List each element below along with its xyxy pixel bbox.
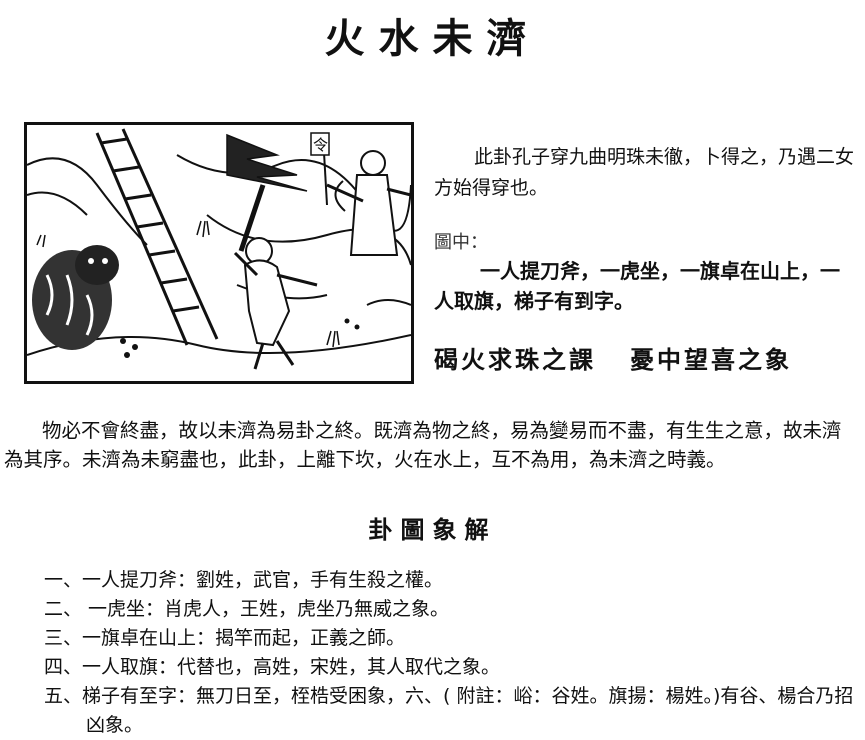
figure-description: 一人提刀斧，一虎坐，一旗卓在山上，一人取旗，梯子有到字。 (434, 259, 840, 313)
interpretation-list: 一、一人提刀斧：劉姓，武官，手有生殺之權。 二、 一虎坐：肖虎人，王姓，虎坐乃無… (44, 566, 856, 740)
lesson-omen: 憂中望喜之象 (630, 345, 792, 374)
page-title: 火水未濟 (324, 15, 541, 62)
woodcut-illustration: 令 (24, 122, 414, 384)
axe-man-figure (233, 184, 318, 370)
woodcut-drawing: 令 (27, 128, 411, 370)
list-item: 五、梯子有至字：無刀日至，桎梏受困象，六、( 附註：峪：谷姓。旗揚：楊姓。)有谷… (44, 685, 854, 736)
commentary-paragraph: 物必不會終盡，故以未濟為易卦之終。既濟為物之終，易為變易而不盡，有生生之意，故未… (4, 419, 842, 471)
tiger-figure (32, 245, 119, 350)
list-item: 二、 一虎坐：肖虎人，王姓，虎坐乃無威之象。 (44, 598, 450, 620)
list-item: 三、一旗卓在山上：揭竿而起，正義之師。 (44, 627, 406, 649)
figure-label: 圖中： (434, 232, 488, 253)
list-item: 一、一人提刀斧：劉姓，武官，手有生殺之權。 (44, 569, 444, 591)
list-item: 四、一人取旗：代替也，高姓，宋姓，其人取代之象。 (44, 656, 501, 678)
lesson-line: 碣火求珠之課 憂中望喜之象 (434, 340, 792, 375)
section-subtitle: 卦圖象解 (368, 515, 497, 544)
hexagram-description: 此卦孔子穿九曲明珠未徹，卜得之，乃遇二女方始得穿也。 (434, 146, 855, 199)
lesson-name: 碣火求珠之課 (434, 345, 596, 374)
flag-taker-figure (326, 150, 411, 256)
ladder-figure (95, 128, 219, 346)
flag-figure: 令 (310, 132, 330, 206)
svg-text:令: 令 (313, 136, 328, 154)
